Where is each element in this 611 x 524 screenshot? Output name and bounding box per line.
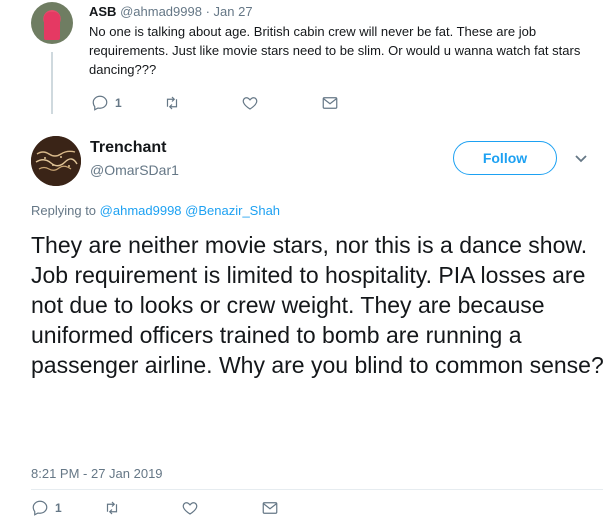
main-tweet-actions: 1 bbox=[31, 499, 279, 517]
chevron-down-icon[interactable] bbox=[573, 150, 589, 166]
main-author-handle[interactable]: @OmarSDar1 bbox=[90, 161, 179, 179]
header-separator: · bbox=[205, 4, 210, 19]
main-tweet-timestamp[interactable]: 8:21 PM - 27 Jan 2019 bbox=[31, 466, 163, 482]
reply-tweet-date[interactable]: Jan 27 bbox=[214, 4, 253, 19]
reply-author-avatar[interactable] bbox=[31, 2, 73, 44]
reply-count: 1 bbox=[115, 96, 122, 110]
like-button[interactable] bbox=[241, 94, 259, 112]
main-retweet-button[interactable] bbox=[103, 499, 121, 517]
like-icon bbox=[182, 502, 197, 515]
reply-tweet-text: No one is talking about age. British cab… bbox=[89, 24, 581, 77]
reply-author-name[interactable]: ASB bbox=[89, 4, 116, 19]
direct-message-icon bbox=[262, 502, 278, 514]
direct-message-icon bbox=[322, 97, 338, 109]
replying-prefix: Replying to bbox=[31, 203, 97, 218]
like-icon bbox=[242, 97, 257, 110]
retweet-button[interactable] bbox=[163, 94, 181, 112]
thread-connector-line bbox=[51, 52, 53, 114]
reply-icon bbox=[32, 500, 48, 516]
reply-tweet-actions: 1 bbox=[91, 94, 339, 112]
replying-to-line: Replying to @ahmad9998 @Benazir_Shah bbox=[31, 203, 280, 219]
retweet-icon bbox=[106, 501, 117, 515]
replying-to-ahmad-link[interactable]: @ahmad9998 bbox=[100, 203, 182, 218]
main-reply-count: 1 bbox=[55, 501, 62, 515]
direct-message-button[interactable] bbox=[321, 94, 339, 112]
reply-tweet-header: ASB @ahmad9998 · Jan 27 bbox=[89, 4, 253, 20]
main-tweet-text: They are neither movie stars, nor this i… bbox=[31, 232, 604, 378]
divider bbox=[31, 489, 603, 490]
avatar-calligraphy-image bbox=[31, 136, 81, 186]
main-reply-button[interactable]: 1 bbox=[31, 499, 62, 517]
main-author-avatar[interactable] bbox=[31, 136, 81, 186]
main-like-button[interactable] bbox=[181, 499, 199, 517]
reply-author-handle[interactable]: @ahmad9998 bbox=[120, 4, 202, 19]
main-author-name[interactable]: Trenchant bbox=[90, 138, 166, 158]
main-direct-message-button[interactable] bbox=[261, 499, 279, 517]
retweet-icon bbox=[166, 96, 177, 110]
reply-button[interactable]: 1 bbox=[91, 94, 122, 112]
replying-to-benazir-link[interactable]: @Benazir_Shah bbox=[185, 203, 280, 218]
follow-button[interactable]: Follow bbox=[453, 141, 557, 175]
reply-icon bbox=[92, 95, 108, 111]
